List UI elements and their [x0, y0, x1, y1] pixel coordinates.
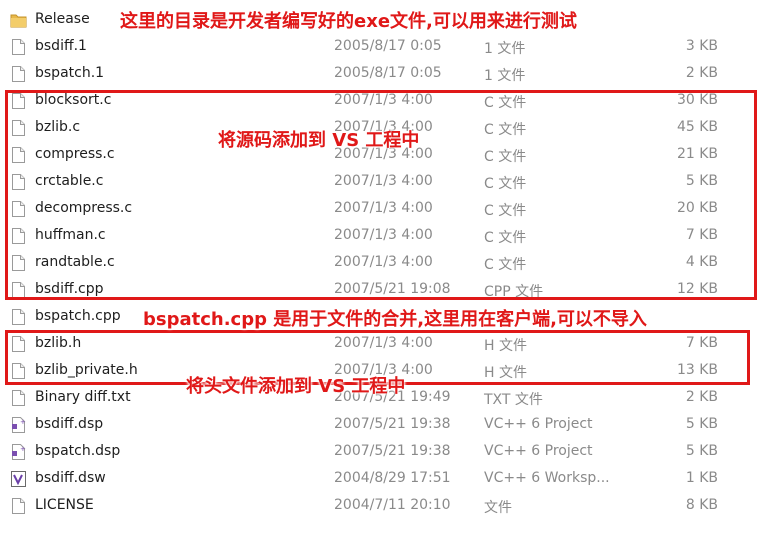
file-type: 1 文件	[484, 68, 526, 84]
file-date: 2007/5/21 19:38	[334, 416, 451, 432]
file-name: bspatch.cpp	[35, 308, 121, 324]
source-files-highlight	[5, 90, 757, 300]
file-date: 2004/8/29 17:51	[334, 470, 451, 486]
file-icon	[10, 308, 27, 326]
file-icon	[10, 65, 27, 83]
release-annotation: 这里的目录是开发者编写好的exe文件,可以用来进行测试	[120, 11, 577, 32]
file-type: VC++ 6 Worksp...	[484, 470, 610, 486]
file-name: bspatch.1	[35, 65, 105, 81]
file-size: 2 KB	[685, 65, 718, 81]
file-type: 1 文件	[484, 41, 526, 57]
file-name: Binary diff.txt	[35, 389, 131, 405]
file-icon	[10, 389, 27, 407]
file-date: 2005/8/17 0:05	[334, 65, 442, 81]
file-name: bspatch.dsp	[35, 443, 121, 459]
file-row[interactable]: bsdiff.dsw 2004/8/29 17:51 VC++ 6 Worksp..…	[0, 465, 780, 492]
bspatch-annotation: bspatch.cpp 是用于文件的合并,这里用在客户端,可以不导入	[143, 309, 647, 330]
source-annotation: 将源码添加到 VS 工程中	[218, 130, 420, 151]
svg-text:+: +	[20, 418, 26, 426]
file-name: Release	[35, 11, 90, 27]
file-type: TXT 文件	[484, 392, 543, 408]
file-name: LICENSE	[35, 497, 94, 513]
file-size: 8 KB	[685, 497, 718, 513]
folder-icon	[10, 11, 27, 29]
header-annotation: 将头文件添加到 VS 工程中	[186, 376, 406, 397]
file-row[interactable]: bsdiff.1 2005/8/17 0:05 1 文件 3 KB	[0, 33, 780, 60]
file-size: 5 KB	[685, 443, 718, 459]
file-size: 1 KB	[685, 470, 718, 486]
file-row[interactable]: + bsdiff.dsp 2007/5/21 19:38 VC++ 6 Project…	[0, 411, 780, 438]
file-row[interactable]: LICENSE 2004/7/11 20:10 文件 8 KB	[0, 492, 780, 519]
file-size: 3 KB	[685, 38, 718, 54]
file-row[interactable]: bspatch.1 2005/8/17 0:05 1 文件 2 KB	[0, 60, 780, 87]
file-type: VC++ 6 Project	[484, 443, 593, 459]
file-icon	[10, 38, 27, 56]
project-icon: +	[10, 443, 27, 461]
file-row[interactable]: + bspatch.dsp 2007/5/21 19:38 VC++ 6 Projec…	[0, 438, 780, 465]
file-size: 2 KB	[685, 389, 718, 405]
file-date: 2004/7/11 20:10	[334, 497, 451, 513]
file-type: 文件	[484, 500, 512, 516]
file-date: 2005/8/17 0:05	[334, 38, 442, 54]
file-type: VC++ 6 Project	[484, 416, 593, 432]
file-name: bsdiff.dsp	[35, 416, 104, 432]
file-name: bsdiff.dsw	[35, 470, 106, 486]
file-size: 5 KB	[685, 416, 718, 432]
file-icon	[10, 497, 27, 515]
project-icon: +	[10, 416, 27, 434]
file-name: bsdiff.1	[35, 38, 87, 54]
workspace-icon	[10, 470, 27, 488]
file-date: 2007/5/21 19:38	[334, 443, 451, 459]
svg-text:+: +	[20, 445, 26, 453]
